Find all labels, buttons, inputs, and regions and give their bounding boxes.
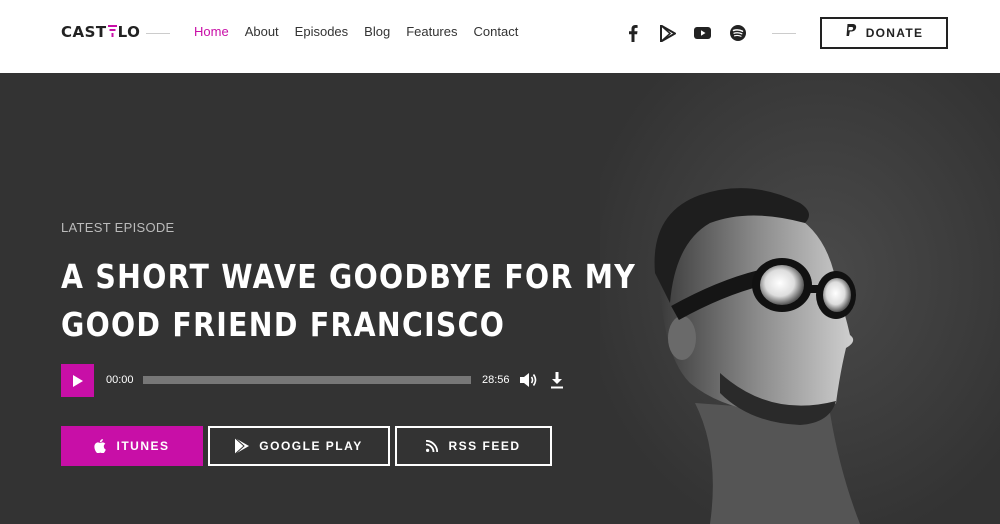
google-play-icon[interactable] [659, 22, 676, 44]
nav-blog[interactable]: Blog [364, 24, 390, 39]
google-play-label: GOOGLE PLAY [259, 439, 363, 453]
google-play-button[interactable]: GOOGLE PLAY [208, 426, 390, 466]
donate-label: DONATE [865, 26, 924, 40]
duration: 28:56 [482, 374, 510, 386]
volume-icon[interactable] [520, 372, 538, 388]
latest-episode-label: LATEST EPISODE [61, 220, 175, 235]
audio-player: 00:00 28:56 [61, 364, 571, 397]
itunes-button[interactable]: ITUNES [61, 426, 203, 466]
nav-features[interactable]: Features [406, 24, 457, 39]
itunes-label: ITUNES [116, 439, 170, 453]
divider [146, 33, 170, 34]
download-icon[interactable] [549, 372, 565, 389]
rss-icon [426, 440, 439, 452]
spotify-icon[interactable] [729, 22, 746, 44]
episode-title-line: GOOD FRIEND FRANCISCO [61, 305, 506, 344]
subscribe-buttons: ITUNES GOOGLE PLAY RSS FEED [61, 426, 552, 466]
current-time: 00:00 [106, 374, 134, 386]
logo-text-right: LO [117, 23, 141, 41]
logo[interactable]: CAST LO [61, 23, 140, 41]
logo-text-left: CAST [61, 23, 107, 41]
nav-episodes[interactable]: Episodes [295, 24, 348, 39]
progress-bar[interactable] [143, 376, 471, 384]
donate-button[interactable]: DONATE [820, 17, 948, 49]
episode-title-line: A SHORT WAVE GOODBYE FOR MY [61, 257, 637, 296]
nav-contact[interactable]: Contact [474, 24, 519, 39]
site-header: CAST LO Home About Episodes Blog Feature… [0, 0, 1000, 73]
apple-icon [94, 439, 107, 453]
play-button[interactable] [61, 364, 94, 397]
divider [772, 33, 796, 34]
social-links [624, 22, 746, 44]
logo-antenna-icon [107, 23, 117, 41]
rss-feed-label: RSS FEED [448, 439, 521, 453]
youtube-icon[interactable] [694, 22, 711, 44]
nav-about[interactable]: About [245, 24, 279, 39]
play-icon [72, 374, 83, 387]
rss-feed-button[interactable]: RSS FEED [395, 426, 552, 466]
nav-home[interactable]: Home [194, 24, 229, 39]
main-nav: Home About Episodes Blog Features Contac… [194, 24, 518, 39]
episode-title: A SHORT WAVE GOODBYE FOR MY GOOD FRIEND … [61, 253, 637, 349]
facebook-icon[interactable] [624, 22, 641, 44]
paypal-icon [845, 23, 857, 43]
hero-section: LATEST EPISODE A SHORT WAVE GOODBYE FOR … [0, 73, 1000, 524]
host-portrait [600, 73, 1000, 524]
google-play-icon [235, 438, 250, 454]
